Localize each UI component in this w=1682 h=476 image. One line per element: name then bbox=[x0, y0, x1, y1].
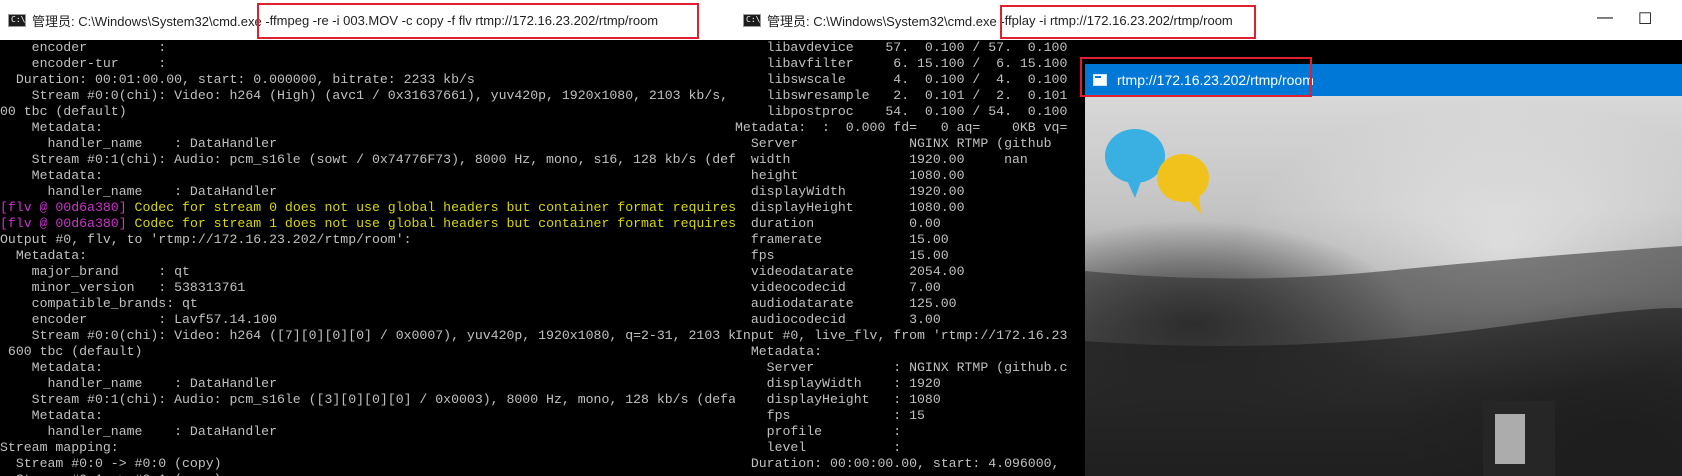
right-title-prefix: 管理员: C:\Windows\System32\cmd.exe - bbox=[767, 13, 1005, 29]
cmd-icon: C:\ bbox=[743, 13, 761, 27]
console-line: Stream #0:1(chi): Audio: pcm_s16le (sowt… bbox=[0, 152, 735, 167]
console-line: 600 tbc (default) bbox=[0, 344, 143, 359]
console-line: Metadata: bbox=[0, 360, 103, 375]
console-line: Metadata: bbox=[0, 248, 88, 263]
console-line: Output #0, flv, to 'rtmp://172.16.23.202… bbox=[0, 232, 412, 247]
console-line: 00 tbc (default) bbox=[0, 104, 127, 119]
console-line: encoder : Lavf57.14.100 bbox=[0, 312, 277, 327]
console-line: Metadata: bbox=[0, 120, 103, 135]
console-line: handler_name : DataHandler bbox=[0, 424, 277, 439]
console-line: encoder : bbox=[0, 40, 167, 55]
left-title-prefix: 管理员: C:\Windows\System32\cmd.exe - bbox=[32, 13, 270, 29]
left-console-window[interactable]: C:\ 管理员: C:\Windows\System32\cmd.exe - f… bbox=[0, 0, 735, 476]
video-frame bbox=[1085, 96, 1682, 476]
warning-message: Codec for stream 1 does not use global h… bbox=[134, 216, 735, 231]
chat-bubbles-icon bbox=[1105, 129, 1209, 214]
cmd-icon: C:\ bbox=[8, 13, 26, 27]
highlight-player-title bbox=[1080, 57, 1312, 97]
video-content bbox=[1085, 129, 1682, 476]
console-line: Duration: 00:01:00.00, start: 0.000000, … bbox=[0, 72, 475, 87]
console-line: Metadata: bbox=[0, 408, 103, 423]
console-line: handler_name : DataHandler bbox=[0, 184, 277, 199]
video-highlight bbox=[1495, 414, 1525, 464]
console-line: [flv @ 00d6a380] Codec for stream 0 does… bbox=[0, 200, 735, 216]
warning-source: [flv @ 00d6a380] bbox=[0, 200, 135, 215]
console-line: handler_name : DataHandler bbox=[0, 376, 277, 391]
console-line: major_brand : qt bbox=[0, 264, 190, 279]
console-line: Stream #0:0 -> #0:0 (copy) bbox=[0, 456, 222, 471]
console-line: encoder-tur : bbox=[0, 56, 167, 71]
highlight-ffmpeg-command bbox=[257, 3, 699, 39]
console-line: libavdevice 57. 0.100 / 57. 0.100 bbox=[735, 40, 1068, 55]
left-console-output[interactable]: encoder : encoder-tur : Duration: 00:01:… bbox=[0, 40, 735, 476]
highlight-ffplay-command bbox=[1000, 5, 1256, 39]
maximize-button[interactable]: ☐ bbox=[1638, 9, 1652, 29]
warning-message: Codec for stream 0 does not use global h… bbox=[134, 200, 735, 215]
console-line: Stream #0:1 -> #0:1 (copy) bbox=[0, 472, 735, 476]
console-line: compatible_brands: qt bbox=[0, 296, 198, 311]
console-line: Metadata: bbox=[0, 168, 103, 183]
console-line: minor_version : 538313761 bbox=[0, 280, 246, 295]
console-line: Stream #0:1(chi): Audio: pcm_s16le ([3][… bbox=[0, 392, 735, 407]
ffplay-player-window[interactable]: rtmp://172.16.23.202/rtmp/room bbox=[1085, 64, 1682, 476]
console-line: handler_name : DataHandler bbox=[0, 136, 277, 151]
minimize-button[interactable]: — bbox=[1597, 9, 1613, 27]
console-line: Stream mapping: bbox=[0, 440, 119, 455]
console-line: Stream #0:0(chi): Video: h264 (High) (av… bbox=[0, 88, 729, 103]
console-line: Stream #0:0(chi): Video: h264 ([7][0][0]… bbox=[0, 328, 735, 343]
warning-source: [flv @ 00d6a380] bbox=[0, 216, 135, 231]
console-line: [flv @ 00d6a380] Codec for stream 1 does… bbox=[0, 216, 735, 232]
